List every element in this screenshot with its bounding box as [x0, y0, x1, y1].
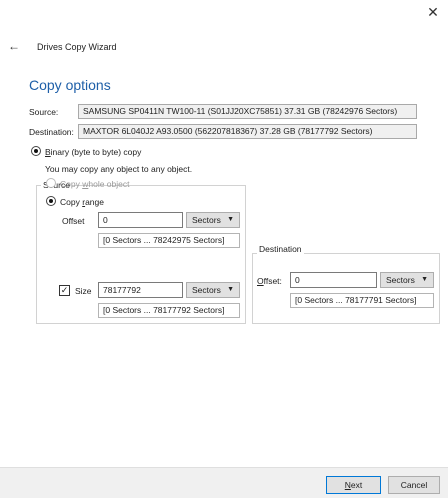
close-icon[interactable]: ✕ — [426, 5, 440, 19]
next-button[interactable]: Next — [326, 476, 381, 494]
destination-value-field: MAXTOR 6L040J2 A93.0500 (562207818367) 3… — [78, 124, 417, 139]
back-arrow-icon[interactable]: ← — [8, 40, 22, 52]
wizard-window: ✕ ← Drives Copy Wizard Copy options Sour… — [0, 0, 448, 498]
cancel-button[interactable]: Cancel — [388, 476, 440, 494]
copy-whole-object-label[interactable]: Copy whole object — [60, 179, 129, 189]
copy-whole-object-radio[interactable] — [46, 178, 56, 188]
copy-range-radio[interactable] — [46, 196, 56, 206]
binary-copy-hint: You may copy any object to any object. — [45, 164, 193, 174]
chevron-down-icon: ▼ — [227, 216, 234, 223]
binary-copy-radio[interactable] — [31, 146, 41, 156]
source-offset-input[interactable]: 0 — [98, 212, 183, 228]
destination-offset-mnemonic: O — [257, 276, 264, 286]
source-offset-unit-value: Sectors — [192, 215, 221, 225]
destination-group-title: Destination — [257, 244, 304, 254]
source-offset-label: Offset — [62, 216, 85, 226]
binary-copy-label[interactable]: Binary (byte to byte) copy — [45, 147, 141, 157]
chevron-down-icon: ▼ — [227, 286, 234, 293]
destination-offset-label-rest: ffset: — [263, 276, 282, 286]
size-unit-value: Sectors — [192, 285, 221, 295]
binary-copy-text: inary (byte to byte) copy — [50, 147, 142, 157]
copy-range-prefix: Copy — [60, 197, 83, 207]
chevron-down-icon: ▼ — [421, 276, 428, 283]
copy-range-suffix: ange — [85, 197, 104, 207]
destination-offset-unit-dropdown[interactable]: Sectors ▼ — [380, 272, 434, 288]
size-range: [0 Sectors ... 78177792 Sectors] — [98, 303, 240, 318]
copy-range-label[interactable]: Copy range — [60, 197, 104, 207]
wizard-title: Drives Copy Wizard — [37, 42, 117, 52]
destination-offset-range: [0 Sectors ... 78177791 Sectors] — [290, 293, 434, 308]
next-label-rest: ext — [350, 480, 363, 490]
destination-label: Destination: — [29, 127, 74, 137]
size-unit-dropdown[interactable]: Sectors ▼ — [186, 282, 240, 298]
source-value-field: SAMSUNG SP0411N TW100-11 (S01JJ20XC75851… — [78, 104, 417, 119]
copy-whole-suffix: hole object — [88, 179, 130, 189]
source-offset-range: [0 Sectors ... 78242975 Sectors] — [98, 233, 240, 248]
source-label: Source: — [29, 107, 59, 117]
source-offset-unit-dropdown[interactable]: Sectors ▼ — [186, 212, 240, 228]
size-checkbox[interactable]: ✓ — [59, 285, 70, 296]
destination-offset-input[interactable]: 0 — [290, 272, 377, 288]
copy-whole-prefix: Copy — [60, 179, 83, 189]
footer-bar: Next Cancel — [0, 467, 448, 498]
page-heading: Copy options — [29, 77, 111, 93]
destination-group — [252, 253, 440, 324]
size-label: Size — [75, 286, 92, 296]
size-input[interactable]: 78177792 — [98, 282, 183, 298]
destination-offset-label: Offset: — [257, 276, 282, 286]
destination-offset-unit-value: Sectors — [386, 275, 415, 285]
checkmark-icon: ✓ — [60, 285, 69, 295]
